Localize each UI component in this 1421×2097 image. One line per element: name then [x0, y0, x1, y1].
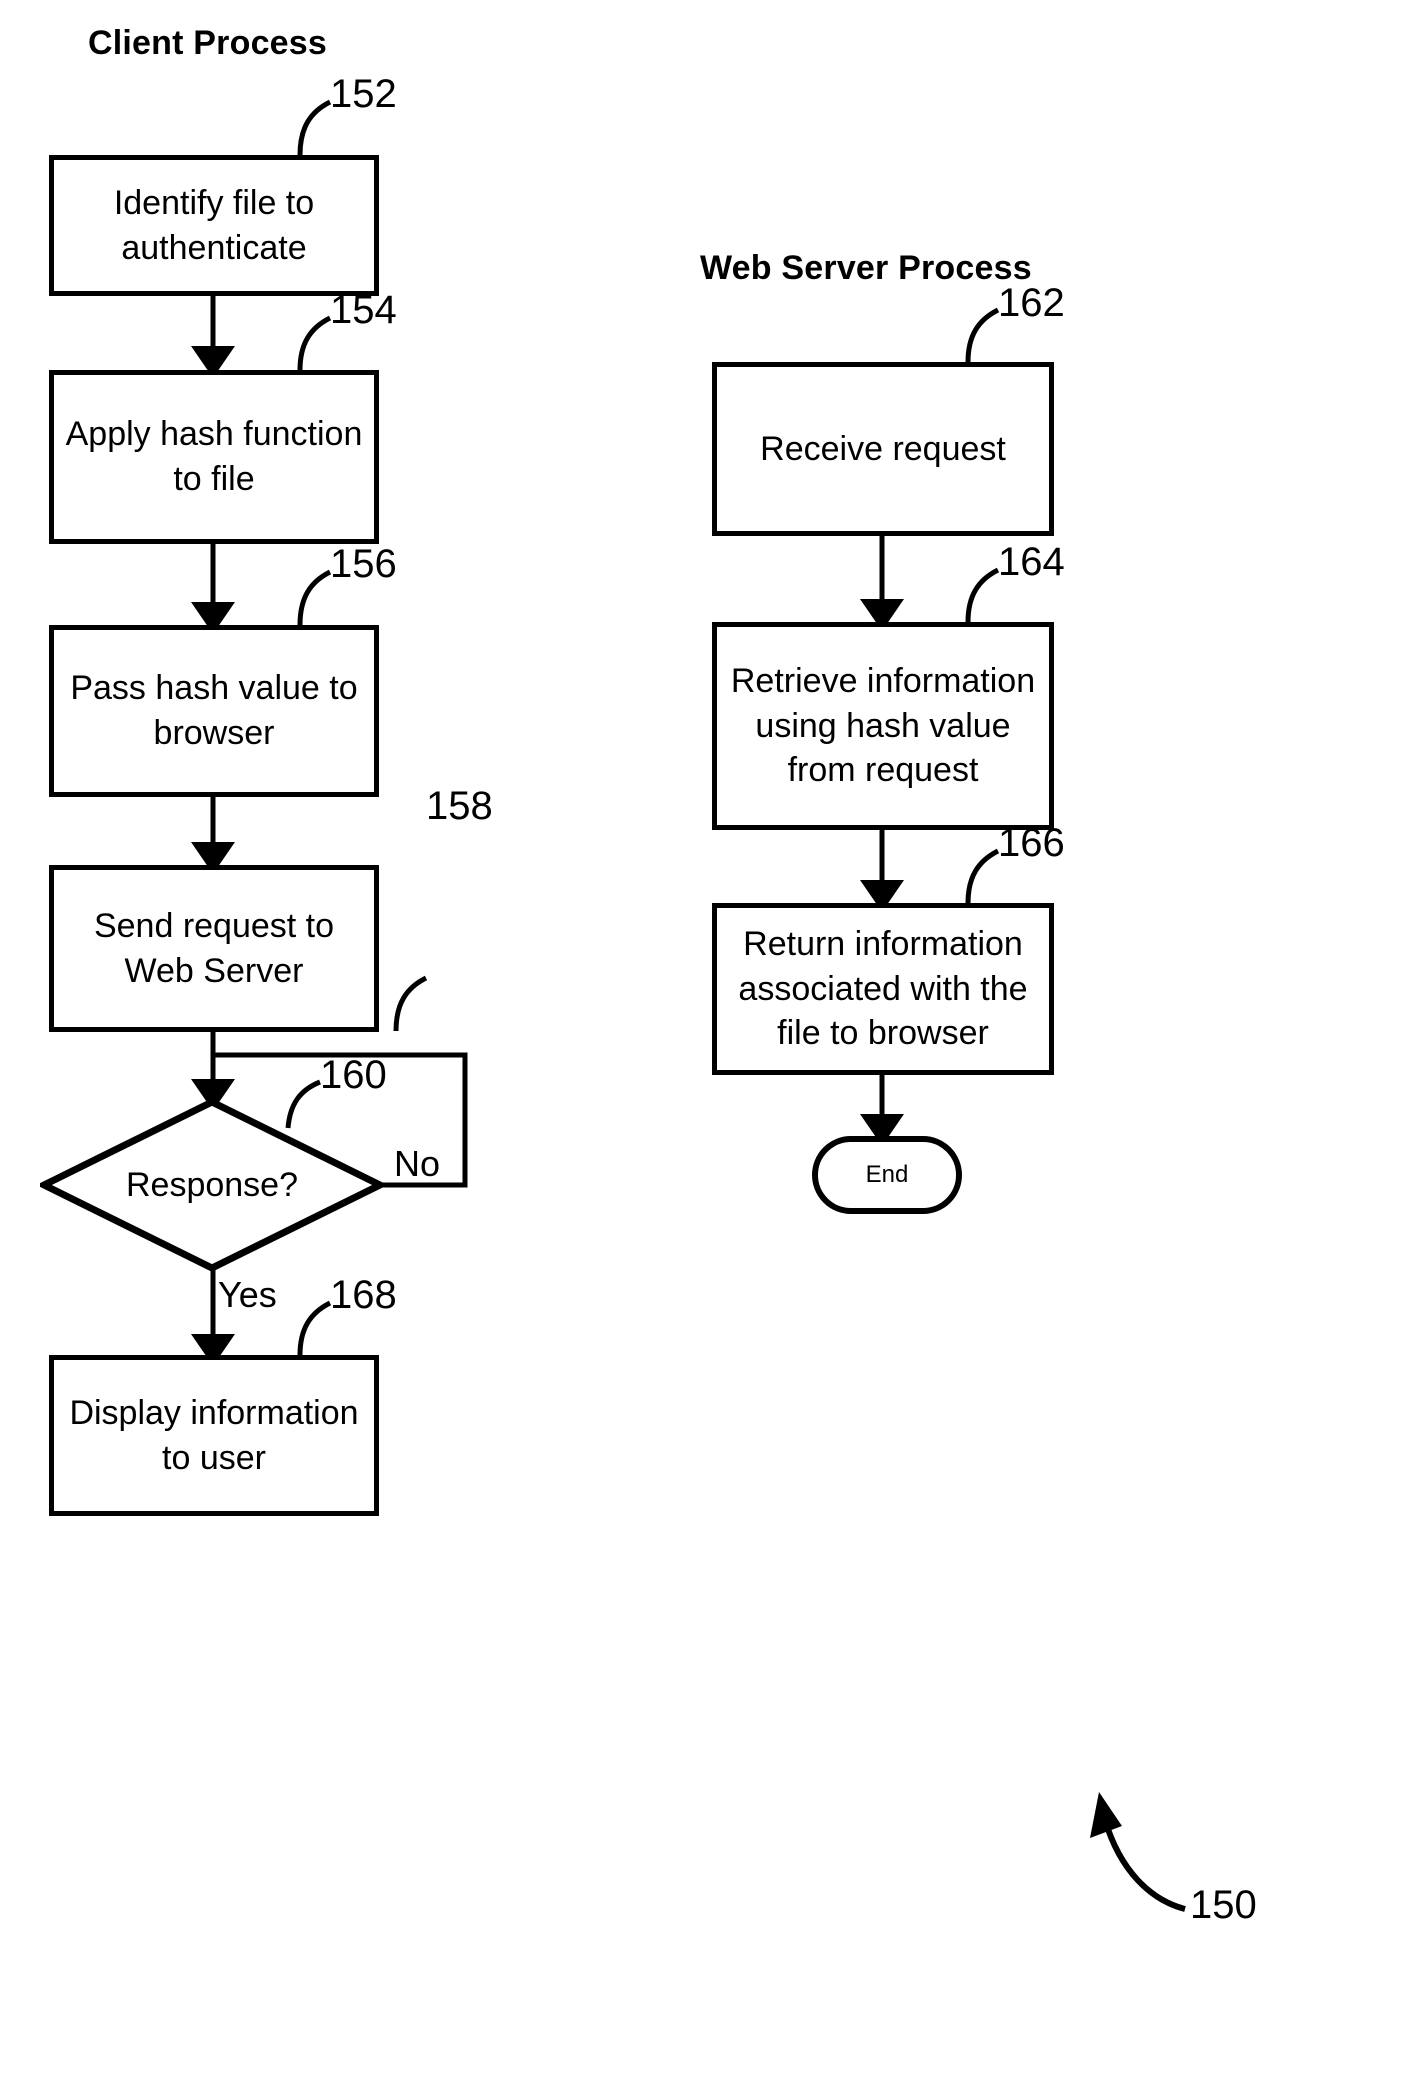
process-box-166[interactable]: Return information associated with the f…: [712, 903, 1054, 1075]
reference-numeral-166: 166: [998, 821, 1065, 865]
process-box-156-label: Pass hash value to browser: [70, 669, 358, 752]
process-box-162-label: Receive request: [760, 429, 1006, 468]
process-box-154-label: Apply hash function to file: [65, 415, 363, 498]
client-process-title: Client Process: [88, 24, 328, 62]
reference-numeral-160: 160: [320, 1053, 387, 1097]
process-box-156[interactable]: Pass hash value to browser: [49, 625, 379, 797]
process-box-152[interactable]: Identify file to authenticate: [49, 155, 379, 296]
process-box-158[interactable]: Send request to Web Server: [49, 865, 379, 1032]
process-box-168[interactable]: Display information to user: [49, 1355, 379, 1516]
process-box-162[interactable]: Receive request: [712, 362, 1054, 536]
process-box-152-label: Identify file to authenticate: [113, 183, 315, 267]
terminator-end-label: End: [865, 1161, 909, 1188]
process-box-168-label: Display information to user: [69, 1393, 359, 1477]
process-box-154[interactable]: Apply hash function to file: [49, 370, 379, 544]
reference-numeral-168: 168: [330, 1273, 397, 1317]
process-box-166-label: Return information associated with the f…: [738, 924, 1028, 1053]
reference-numeral-164: 164: [998, 540, 1065, 584]
reference-numeral-152: 152: [330, 72, 397, 116]
reference-numeral-158: 158: [426, 784, 493, 828]
process-box-164-label: Retrieve information using hash value fr…: [730, 661, 1036, 790]
terminator-end[interactable]: End: [812, 1136, 962, 1214]
process-box-158-label: Send request to Web Server: [93, 906, 335, 990]
flow-connectors: [191, 295, 904, 1366]
reference-numeral-162: 162: [998, 281, 1065, 325]
reference-numeral-156: 156: [330, 542, 397, 586]
process-box-164[interactable]: Retrieve information using hash value fr…: [712, 622, 1054, 830]
decision-diamond-160-label: Response?: [125, 1165, 298, 1204]
reference-numeral-154: 154: [330, 288, 397, 332]
branch-label-yes: Yes: [218, 1274, 277, 1315]
figure-canvas: Client Process Web Server Process Identi…: [0, 0, 1421, 2097]
branch-label-no: No: [394, 1143, 441, 1184]
server-process-title: Web Server Process: [700, 249, 1032, 287]
reference-leader-lines: [285, 99, 1186, 1912]
figure-reference-numeral-150: 150: [1190, 1883, 1257, 1927]
decision-diamond-160[interactable]: Response?: [40, 1098, 384, 1272]
